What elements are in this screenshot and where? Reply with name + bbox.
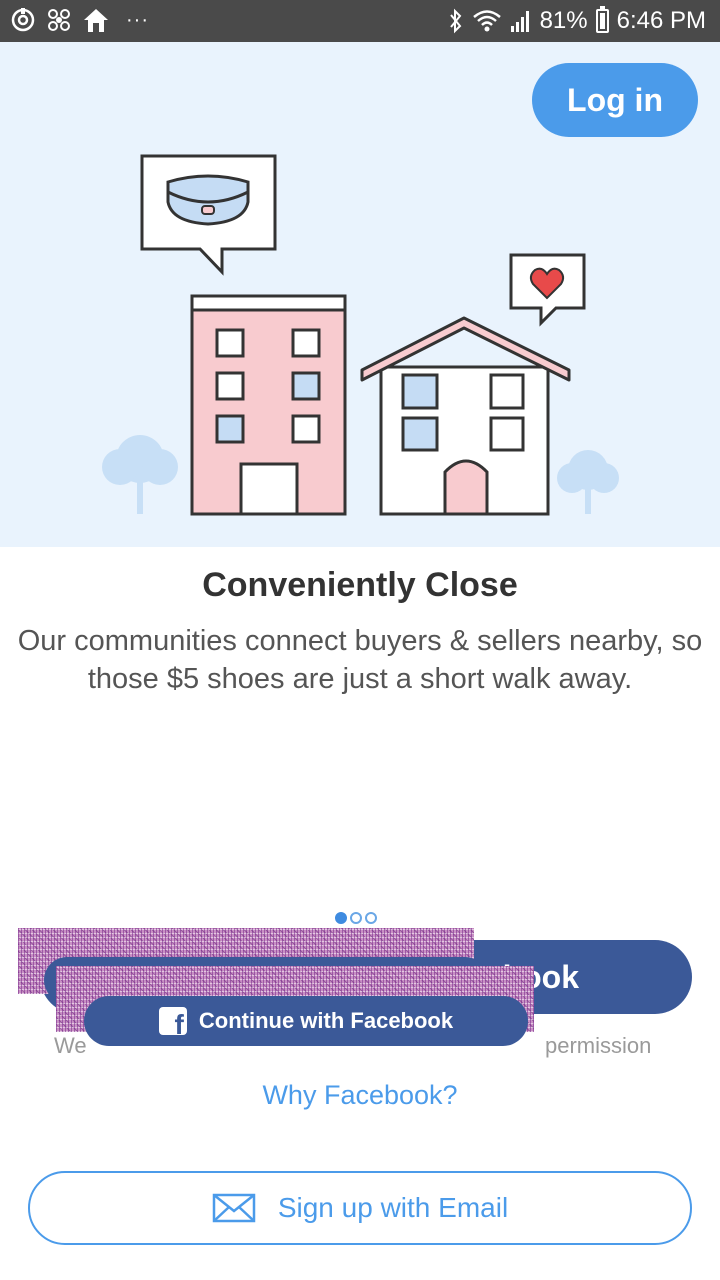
onboarding-title: Conveniently Close: [202, 566, 518, 604]
facebook-icon: f: [158, 1007, 187, 1035]
house-icon: [360, 316, 571, 516]
status-right-icons: 81% 6:46 PM: [448, 6, 706, 35]
envelope-icon: [212, 1193, 256, 1223]
home-icon: [82, 6, 110, 34]
page-dot-active: [335, 912, 347, 924]
tree-right-icon: [557, 450, 619, 514]
clock: 6:46 PM: [616, 7, 706, 34]
sync-icon: [10, 6, 36, 34]
battery-icon: [595, 6, 609, 33]
page-dot: [365, 912, 377, 924]
heart-bubble-icon: [509, 253, 586, 327]
tree-left-icon: [102, 435, 178, 514]
sign-up-with-email-label: Sign up with Email: [277, 1192, 509, 1223]
fan-icon: [46, 6, 72, 34]
wifi-icon: [472, 7, 502, 35]
onboarding-illustration: Log in: [0, 42, 720, 547]
disclaimer-left-fragment: We: [54, 1033, 87, 1058]
signal-icon: [510, 7, 532, 35]
more-notifications-icon: ···: [126, 8, 149, 31]
disclaimer-right-fragment: permission: [545, 1033, 652, 1058]
page-dot: [350, 912, 362, 924]
bluetooth-icon: [448, 7, 464, 35]
onboarding-description: Our communities connect buyers & sellers…: [17, 625, 703, 695]
continue-with-facebook-button[interactable]: f Continue with Facebook: [84, 996, 528, 1046]
status-bar: ··· 81% 6:46 PM: [0, 0, 720, 42]
page-indicator: [335, 912, 377, 924]
login-button[interactable]: Log in: [532, 63, 698, 137]
status-left-icons: ···: [10, 6, 149, 34]
sign-up-with-email-button[interactable]: Sign up with Email: [28, 1171, 692, 1245]
purse-bubble-icon: [140, 154, 277, 276]
battery-percent: 81%: [539, 7, 588, 34]
continue-with-facebook-label: Continue with Facebook: [198, 1008, 454, 1033]
apartment-building-icon: [190, 294, 347, 516]
why-facebook-link[interactable]: Why Facebook?: [0, 1080, 720, 1111]
